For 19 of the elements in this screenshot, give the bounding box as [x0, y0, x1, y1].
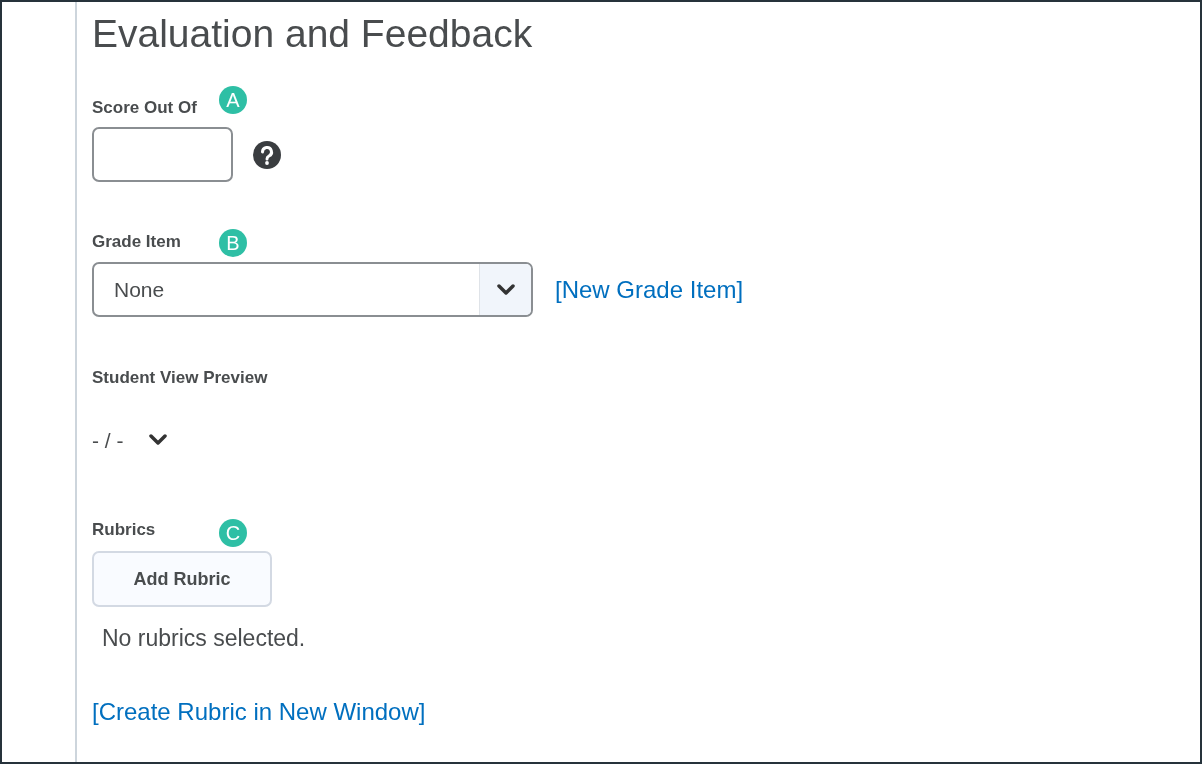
field-label: Score Out Of	[92, 98, 197, 117]
field-label: Student View Preview	[92, 367, 269, 389]
field-label: Rubrics	[92, 520, 156, 539]
rubric-status: No rubrics selected.	[102, 624, 307, 653]
create-rubric-link[interactable]: [Create Rubric in New Window]	[92, 693, 426, 730]
section-title: Evaluation and Feedback	[92, 14, 534, 53]
callout-marker: C	[219, 519, 247, 547]
chevron-down-icon	[495, 283, 516, 296]
grade-item-select[interactable]: None	[92, 262, 533, 317]
new-grade-item-link[interactable]: [New Grade Item]	[555, 271, 744, 308]
score-input[interactable]	[92, 127, 233, 182]
score-preview: - / -	[92, 427, 124, 454]
callout-marker: B	[219, 229, 247, 257]
callout-marker: A	[219, 86, 247, 114]
add-rubric-button[interactable]: Add Rubric	[92, 551, 272, 607]
chevron-down-icon	[147, 434, 168, 447]
expand-toggle[interactable]	[147, 434, 168, 447]
help-icon[interactable]	[253, 140, 281, 169]
field-label: Grade Item	[92, 232, 181, 251]
